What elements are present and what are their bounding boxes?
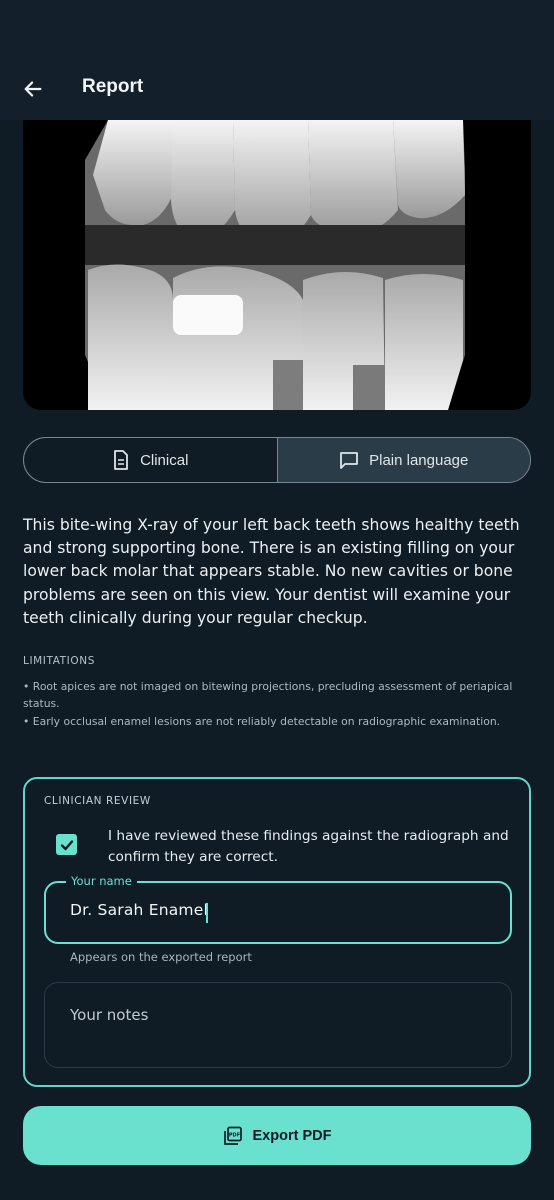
name-input[interactable] (70, 901, 490, 919)
notes-field (44, 982, 512, 1068)
confirm-checkbox[interactable] (56, 834, 77, 855)
list-item: • Early occlusal enamel lesions are not … (23, 715, 501, 728)
back-button[interactable] (16, 72, 50, 106)
arrow-left-icon (24, 81, 42, 97)
svg-text:PDF: PDF (228, 1132, 239, 1138)
limitations-heading: LIMITATIONS (23, 655, 95, 667)
report-summary: This bite-wing X-ray of your left back t… (23, 516, 520, 627)
limitations-list: • Root apices are not imaged on bitewing… (23, 678, 531, 731)
name-field: Your name (44, 874, 512, 944)
tab-clinical-label: Clinical (140, 451, 189, 469)
chat-bubble-icon (340, 452, 359, 469)
document-icon (114, 450, 128, 470)
name-helper-text: Appears on the exported report (70, 950, 252, 964)
clinician-review-card: CLINICIAN REVIEW I have reviewed these f… (23, 777, 531, 1087)
notes-input[interactable] (70, 1006, 490, 1024)
view-toggle: Clinical Plain language (23, 437, 531, 483)
confirm-label: I have reviewed these findings against t… (108, 828, 509, 865)
export-pdf-label: Export PDF (252, 1127, 332, 1144)
page-title: Report (82, 76, 144, 97)
tab-plain-language[interactable]: Plain language (277, 438, 530, 482)
checkmark-icon (60, 839, 73, 850)
clinician-review-heading: CLINICIAN REVIEW (44, 795, 151, 807)
export-pdf-button[interactable]: PDF Export PDF (23, 1106, 531, 1165)
radiograph-image (23, 120, 531, 410)
list-item: • Root apices are not imaged on bitewing… (23, 680, 513, 710)
pdf-icon: PDF (223, 1126, 242, 1145)
name-field-label: Your name (66, 874, 137, 888)
tab-clinical[interactable]: Clinical (24, 438, 278, 482)
app-bar: Report (0, 0, 554, 120)
tab-plain-language-label: Plain language (369, 451, 469, 469)
text-cursor (206, 903, 208, 923)
